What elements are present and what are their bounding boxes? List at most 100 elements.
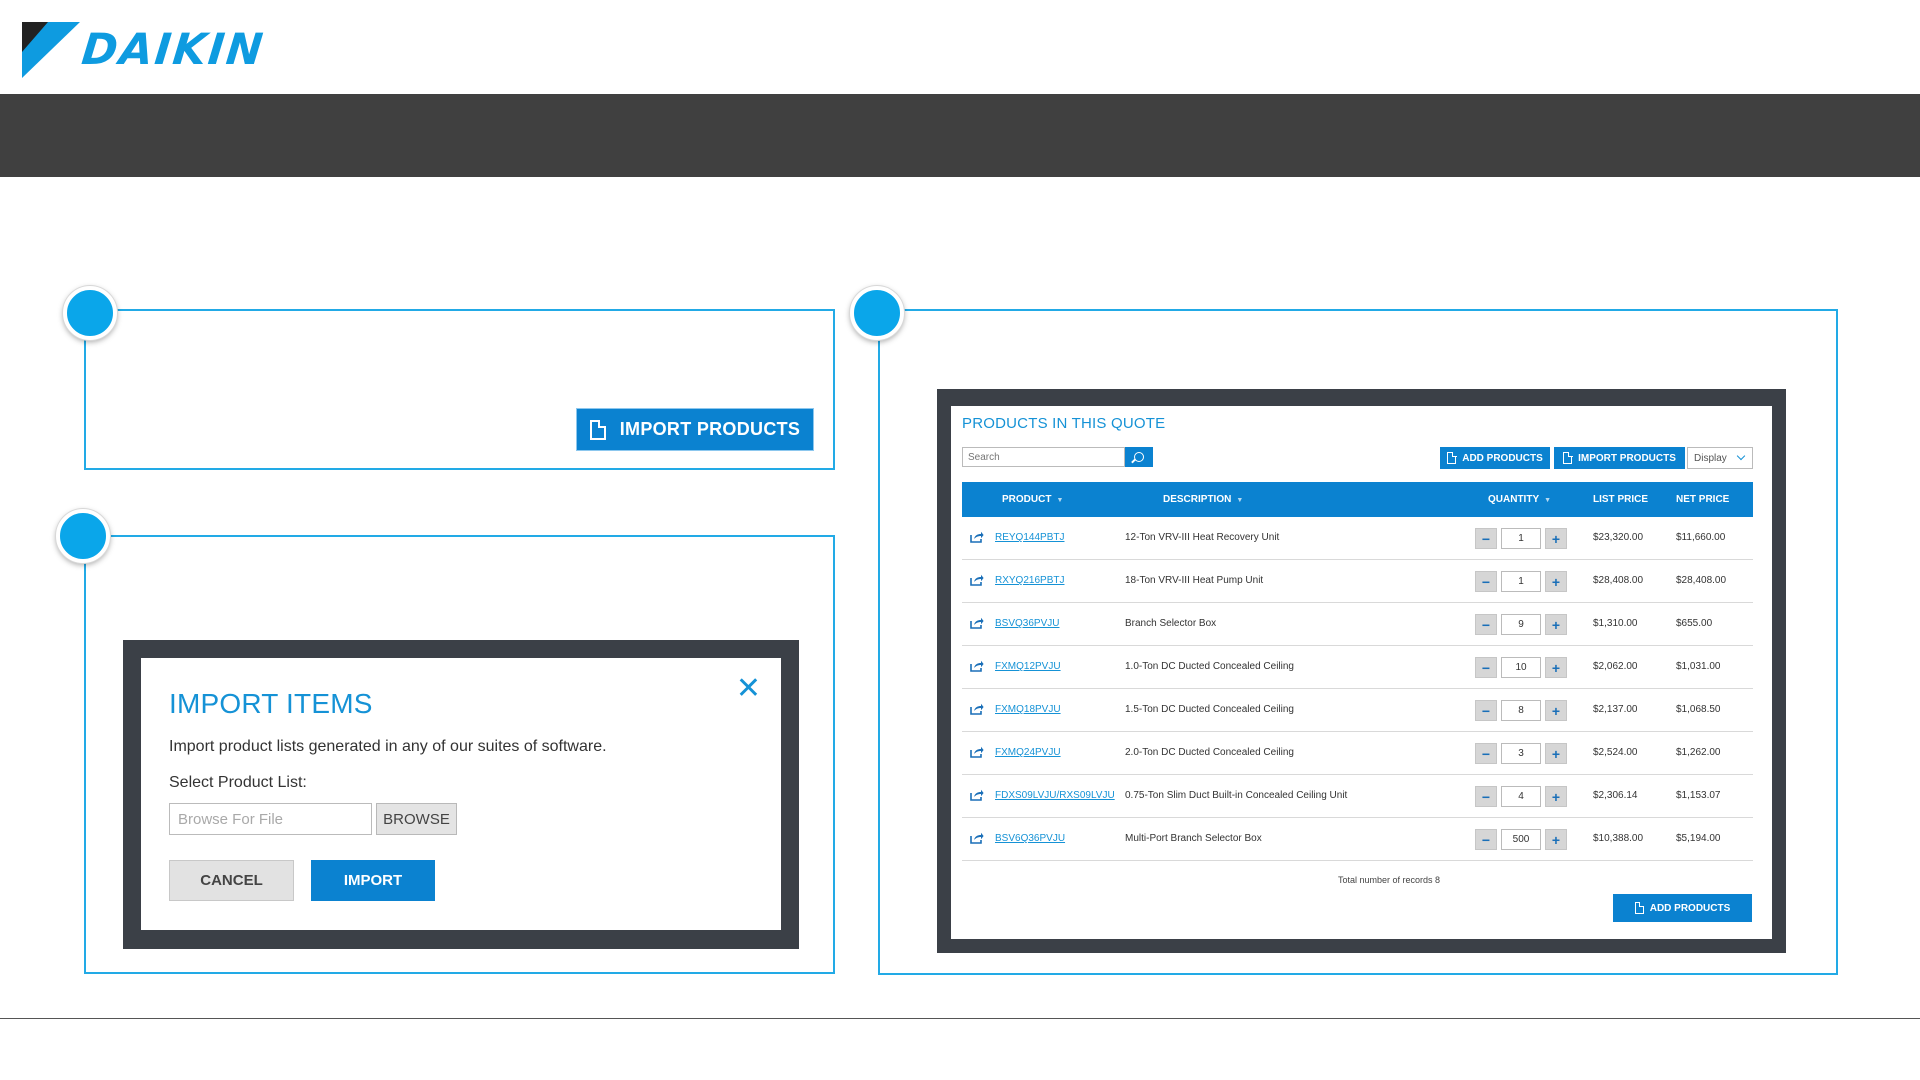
import-button[interactable]: IMPORT	[311, 860, 435, 901]
close-icon[interactable]: ✕	[736, 674, 761, 704]
quantity-input[interactable]: 8	[1501, 700, 1541, 721]
increase-quantity-button[interactable]: +	[1545, 614, 1567, 635]
product-link[interactable]: BSV6Q36PVJU	[995, 833, 1065, 844]
quantity-stepper: −10 +	[1475, 657, 1567, 678]
display-select[interactable]: Display	[1687, 447, 1753, 469]
quantity-input[interactable]: 4	[1501, 786, 1541, 807]
table-row: FXMQ18PVJU 1.5-Ton DC Ducted Concealed Ce…	[962, 689, 1753, 732]
list-price: $10,388.00	[1593, 833, 1644, 844]
product-table-body: REYQ144PBTJ 12-Ton VRV-III Heat Recovery …	[962, 517, 1753, 861]
document-icon	[1447, 451, 1457, 464]
quantity-stepper: −8 +	[1475, 700, 1567, 721]
share-icon[interactable]	[970, 660, 984, 672]
bottom-add-products-label: ADD PRODUCTS	[1649, 902, 1731, 914]
callout-marker-2	[56, 509, 110, 563]
increase-quantity-button[interactable]: +	[1545, 786, 1567, 807]
header-band	[0, 94, 1920, 177]
product-link[interactable]: FXMQ12PVJU	[995, 661, 1061, 672]
product-link[interactable]: FXMQ18PVJU	[995, 704, 1061, 715]
footer-divider	[0, 1018, 1920, 1019]
table-row: FDXS09LVJU/RXS09LVJU 0.75-Ton Slim Duct B…	[962, 775, 1753, 818]
decrease-quantity-button[interactable]: −	[1475, 571, 1497, 592]
increase-quantity-button[interactable]: +	[1545, 657, 1567, 678]
product-link[interactable]: BSVQ36PVJU	[995, 618, 1059, 629]
add-products-button[interactable]: ADD PRODUCTS	[1440, 447, 1550, 469]
search-input[interactable]	[962, 447, 1125, 467]
share-icon[interactable]	[970, 574, 984, 586]
sort-icon: ▼	[1236, 497, 1244, 504]
share-icon[interactable]	[970, 832, 984, 844]
quantity-stepper: −500 +	[1475, 829, 1567, 850]
quantity-stepper: −9 +	[1475, 614, 1567, 635]
table-row: BSVQ36PVJU Branch Selector Box −9 + $1,310.0…	[962, 603, 1753, 646]
column-header-quantity[interactable]: QUANTITY ▼	[1488, 494, 1551, 505]
list-price: $2,524.00	[1593, 747, 1638, 758]
page: DAIKIN IMPORT PRODUCTS IMPORT ITEMS ✕ Im…	[0, 0, 1920, 1080]
table-row: REYQ144PBTJ 12-Ton VRV-III Heat Recovery …	[962, 517, 1753, 560]
import-products-small-button[interactable]: IMPORT PRODUCTS	[1554, 447, 1685, 469]
net-price: $1,068.50	[1676, 704, 1721, 715]
search-button[interactable]	[1125, 447, 1153, 467]
share-icon[interactable]	[970, 703, 984, 715]
product-link[interactable]: FDXS09LVJU/RXS09LVJU	[995, 790, 1115, 801]
list-price: $28,408.00	[1593, 575, 1644, 586]
product-link[interactable]: RXYQ216PBTJ	[995, 575, 1064, 586]
list-price: $2,062.00	[1593, 661, 1638, 672]
table-header: PRODUCT ▼ DESCRIPTION ▼ QUANTITY ▼ LIST PRI…	[962, 482, 1753, 517]
table-row: RXYQ216PBTJ 18-Ton VRV-III Heat Pump Unit…	[962, 560, 1753, 603]
bottom-add-products-button[interactable]: ADD PRODUCTS	[1613, 894, 1752, 922]
modal-description: Import product lists generated in any of…	[169, 738, 607, 755]
decrease-quantity-button[interactable]: −	[1475, 657, 1497, 678]
document-icon	[1563, 451, 1573, 464]
decrease-quantity-button[interactable]: −	[1475, 786, 1497, 807]
daikin-logo-text: DAIKIN	[79, 25, 267, 75]
sort-icon: ▼	[1056, 497, 1064, 504]
decrease-quantity-button[interactable]: −	[1475, 829, 1497, 850]
increase-quantity-button[interactable]: +	[1545, 528, 1567, 549]
callout-marker-1	[63, 286, 117, 340]
decrease-quantity-button[interactable]: −	[1475, 528, 1497, 549]
product-link[interactable]: FXMQ24PVJU	[995, 747, 1061, 758]
quantity-input[interactable]: 1	[1501, 528, 1541, 549]
share-icon[interactable]	[970, 789, 984, 801]
decrease-quantity-button[interactable]: −	[1475, 614, 1497, 635]
products-in-quote-panel: PRODUCTS IN THIS QUOTE ADD PRODUCTS IMPO…	[951, 406, 1772, 939]
column-header-list-price: LIST PRICE	[1593, 494, 1649, 505]
increase-quantity-button[interactable]: +	[1545, 743, 1567, 764]
column-header-net-price: NET PRICE	[1676, 494, 1730, 505]
product-description: Branch Selector Box	[1125, 618, 1217, 629]
import-products-small-label: IMPORT PRODUCTS	[1578, 452, 1676, 464]
daikin-logo-mark-icon	[22, 22, 80, 78]
increase-quantity-button[interactable]: +	[1545, 571, 1567, 592]
list-price: $2,137.00	[1593, 704, 1638, 715]
product-description: 12-Ton VRV-III Heat Recovery Unit	[1125, 532, 1280, 543]
table-row: FXMQ12PVJU 1.0-Ton DC Ducted Concealed Ce…	[962, 646, 1753, 689]
decrease-quantity-button[interactable]: −	[1475, 743, 1497, 764]
browse-button[interactable]: BROWSE	[376, 803, 457, 835]
quantity-stepper: −4 +	[1475, 786, 1567, 807]
increase-quantity-button[interactable]: +	[1545, 700, 1567, 721]
share-icon[interactable]	[970, 746, 984, 758]
net-price: $655.00	[1676, 618, 1713, 629]
column-header-description[interactable]: DESCRIPTION ▼	[1163, 494, 1243, 505]
panel-title: PRODUCTS IN THIS QUOTE	[962, 415, 1166, 432]
net-price: $11,660.00	[1676, 532, 1726, 543]
quantity-input[interactable]: 500	[1501, 829, 1541, 850]
display-label: Display	[1694, 452, 1727, 464]
column-header-product[interactable]: PRODUCT ▼	[1002, 494, 1063, 505]
browse-file-input[interactable]	[169, 803, 372, 835]
decrease-quantity-button[interactable]: −	[1475, 700, 1497, 721]
share-icon[interactable]	[970, 617, 984, 629]
quantity-input[interactable]: 3	[1501, 743, 1541, 764]
quantity-input[interactable]: 9	[1501, 614, 1541, 635]
increase-quantity-button[interactable]: +	[1545, 829, 1567, 850]
import-products-button[interactable]: IMPORT PRODUCTS	[577, 409, 813, 450]
import-products-label: IMPORT PRODUCTS	[619, 419, 801, 439]
product-description: 2.0-Ton DC Ducted Concealed Ceiling	[1125, 747, 1294, 758]
share-icon[interactable]	[970, 531, 984, 543]
table-row: BSV6Q36PVJU Multi-Port Branch Selector Bo…	[962, 818, 1753, 861]
product-link[interactable]: REYQ144PBTJ	[995, 532, 1064, 543]
quantity-input[interactable]: 10	[1501, 657, 1541, 678]
cancel-button[interactable]: CANCEL	[169, 860, 294, 901]
quantity-input[interactable]: 1	[1501, 571, 1541, 592]
